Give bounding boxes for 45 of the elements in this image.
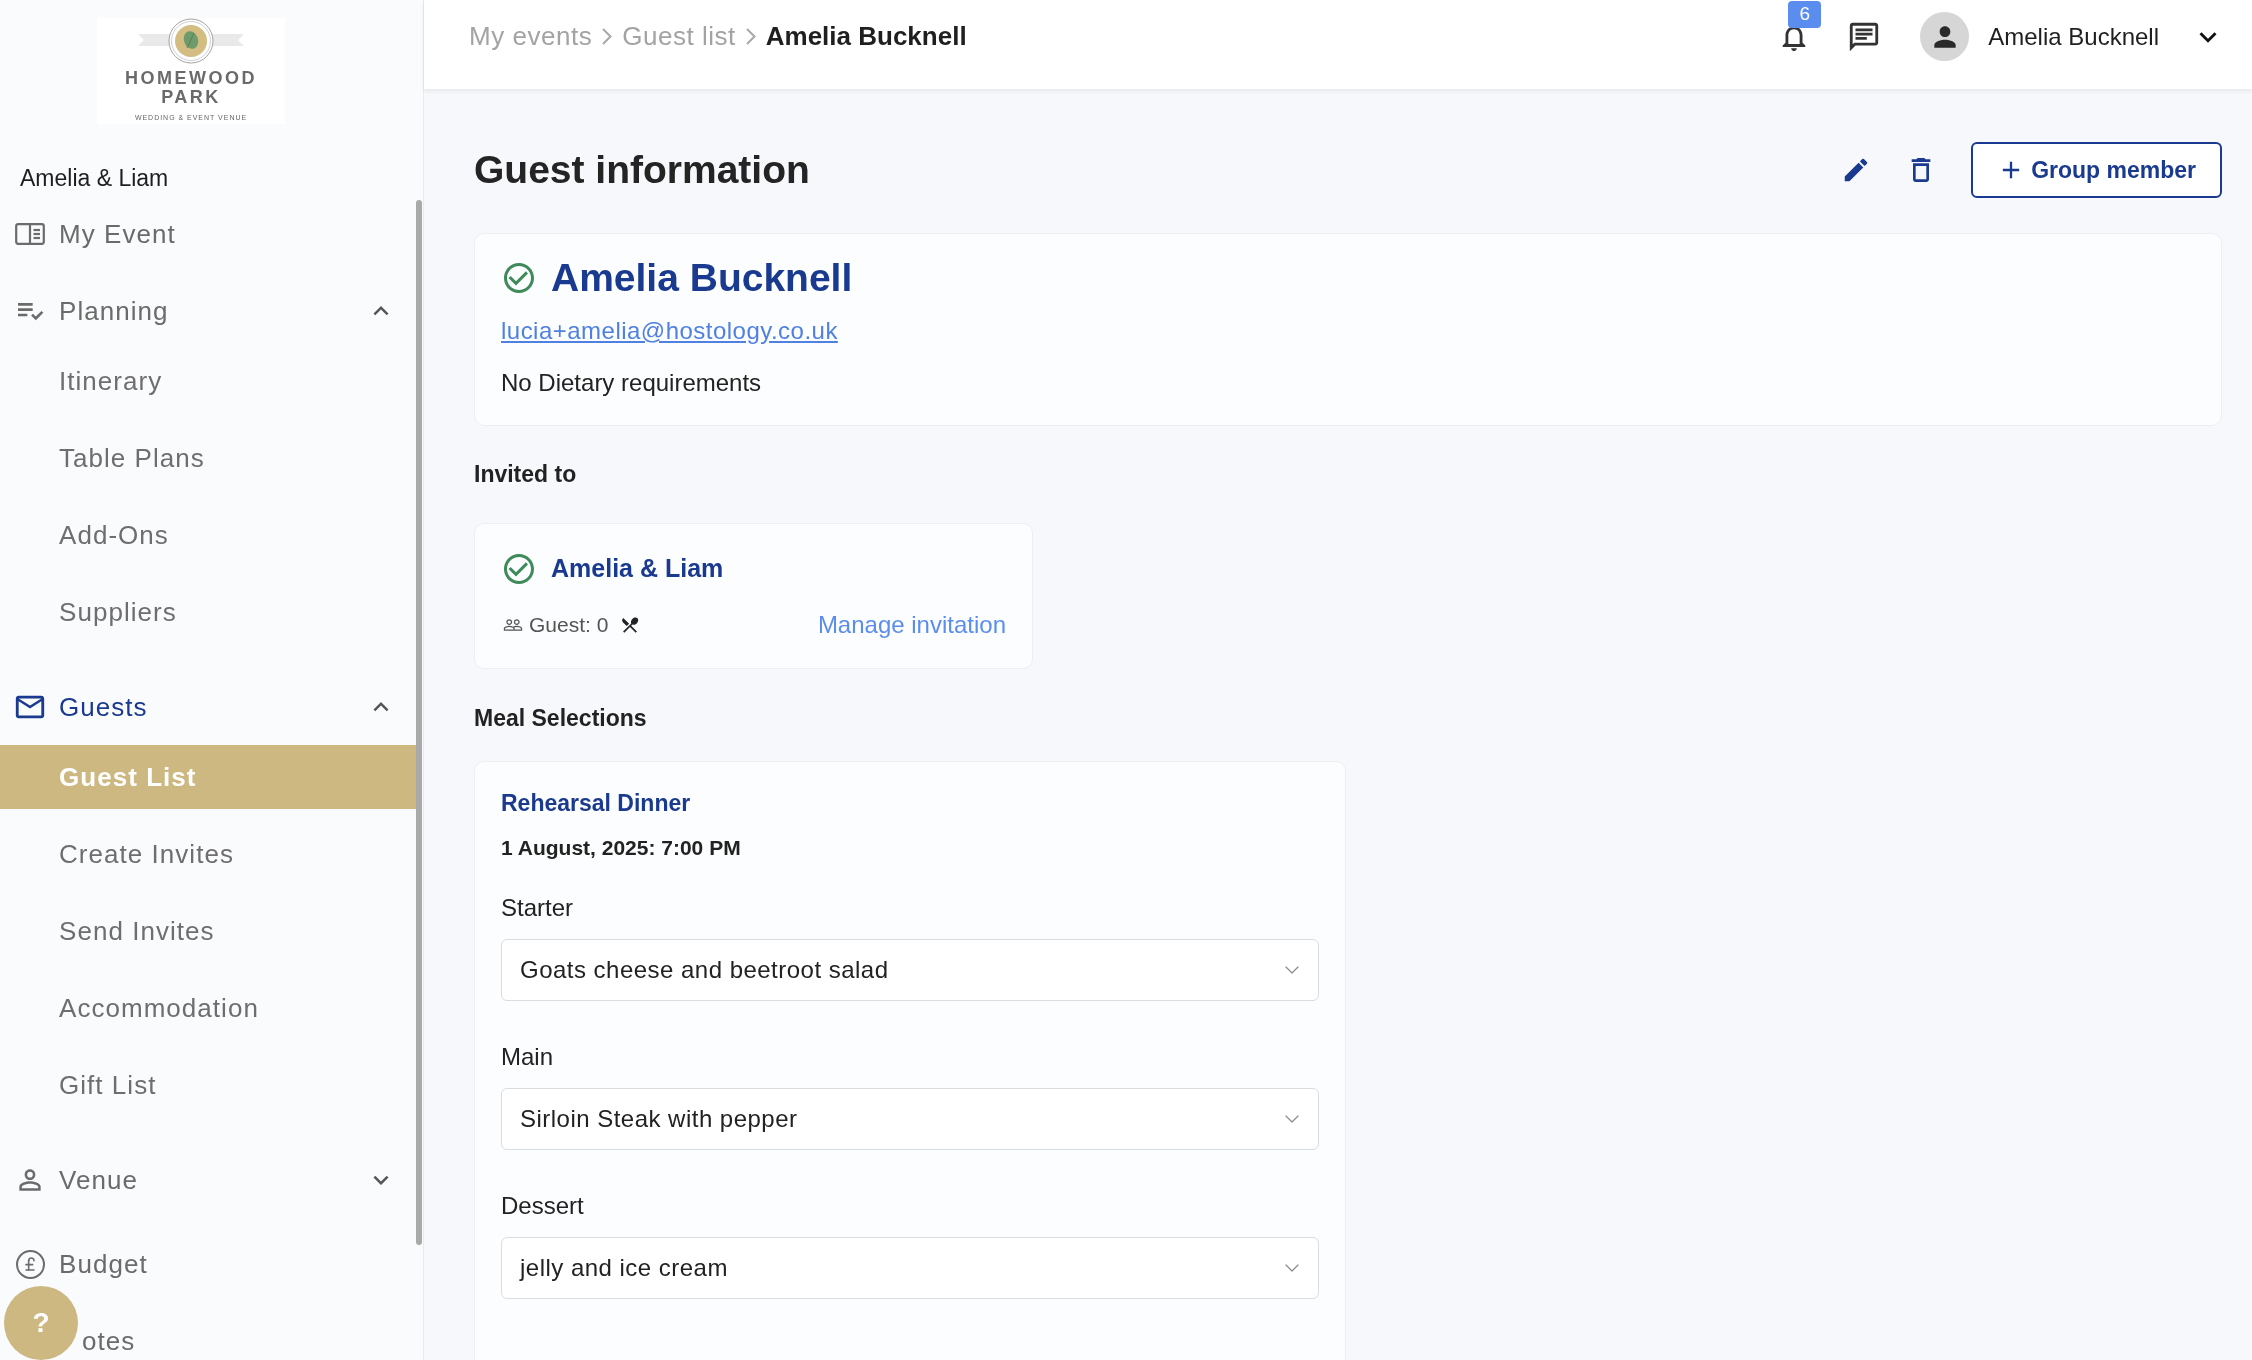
- sidebar-nav-item[interactable]: Venue: [13, 1160, 138, 1200]
- sidebar-nav-item[interactable]: Planning: [13, 291, 169, 331]
- sidebar-subitem[interactable]: Table Plans: [0, 426, 418, 490]
- course-label: Starter: [501, 893, 574, 923]
- manage-invitation-link[interactable]: Manage invitation: [817, 607, 1006, 643]
- guest-count: Guest: 0: [529, 612, 609, 639]
- course-label: Main: [501, 1042, 554, 1072]
- notification-badge: 6: [1788, 0, 1822, 28]
- course-label: Dessert: [501, 1191, 584, 1221]
- user-name[interactable]: Amelia Bucknell: [1988, 18, 2159, 55]
- sidebar-subitem[interactable]: Suppliers: [0, 580, 418, 644]
- current-page: Amelia Bucknell: [765, 20, 967, 53]
- logo-text: PARK: [161, 88, 221, 107]
- event-name: Amelia & Liam: [20, 164, 169, 193]
- event-datetime: 1 August, 2025: 7:00 PM: [501, 835, 741, 861]
- sidebar-subitem[interactable]: Accommodation: [0, 976, 418, 1040]
- sidebar-subitem[interactable]: Create Invites: [0, 822, 418, 886]
- cutlery-icon: [620, 615, 641, 635]
- section-heading: Meal Selections: [474, 704, 647, 733]
- sidebar-nav-item[interactable]: My Event: [0, 202, 418, 266]
- sidebar-nav-item[interactable]: Guests: [13, 687, 148, 727]
- scrollbar-thumb[interactable]: [416, 200, 422, 1245]
- section-heading: Invited to: [474, 460, 577, 489]
- avatar-icon[interactable]: [1920, 12, 1970, 61]
- breadcrumb-link[interactable]: My events: [469, 17, 593, 56]
- logo-text: HOMEWOOD: [124, 69, 258, 88]
- add-group-member-button[interactable]: Group member: [1971, 142, 2222, 198]
- course-select[interactable]: Sirloin Steak with pepper: [501, 1088, 1319, 1150]
- sidebar-subitem[interactable]: Itinerary: [0, 349, 418, 413]
- course-select[interactable]: jelly and ice cream: [501, 1237, 1319, 1299]
- chevron-right-icon: [745, 28, 756, 45]
- pound-icon: [15, 1249, 45, 1279]
- guest-name: Amelia Bucknell: [551, 254, 853, 301]
- book-icon: [15, 223, 45, 245]
- course-select[interactable]: Goats cheese and beetroot salad: [501, 939, 1319, 1001]
- dietary-text: No Dietary requirements: [501, 368, 762, 398]
- chevron-right-icon: [602, 28, 613, 45]
- sidebar-subitem[interactable]: Send Invites: [0, 899, 418, 963]
- sidebar-subitem[interactable]: Gift List: [0, 1053, 418, 1117]
- invitation-name: Amelia & Liam: [551, 553, 724, 585]
- email-link[interactable]: lucia+amelia@hostology.co.uk: [501, 314, 838, 348]
- breadcrumb-link[interactable]: Guest list: [622, 17, 736, 56]
- page-title: Guest information: [474, 146, 810, 193]
- sidebar-subitem[interactable]: Add-Ons: [0, 503, 418, 567]
- event-name: Rehearsal Dinner: [501, 789, 691, 818]
